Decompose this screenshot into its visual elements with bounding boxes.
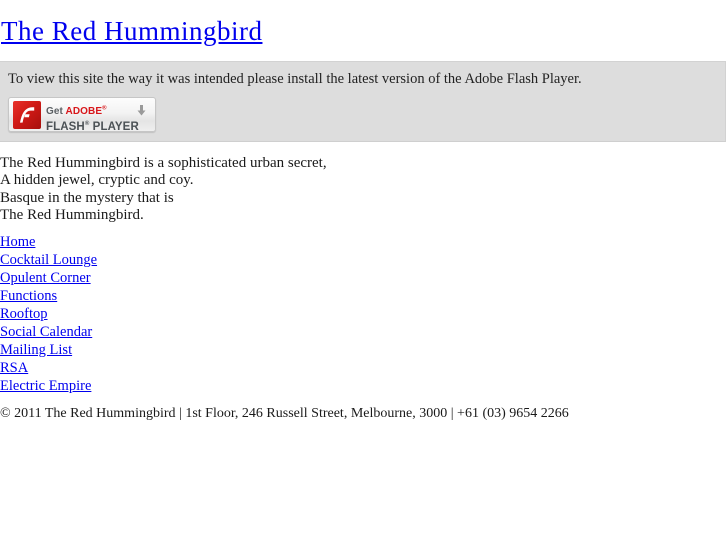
nav-item-electric-empire[interactable]: Electric Empire	[0, 378, 91, 395]
tagline-line: The Red Hummingbird is a sophisticated u…	[0, 155, 327, 171]
download-arrow-icon	[137, 103, 146, 116]
main-navigation: Home Cocktail Lounge Opulent Corner Func…	[0, 233, 727, 395]
list-item: RSA	[0, 359, 727, 377]
flash-button-line-one: Get ADOBE®	[46, 106, 107, 117]
list-item: Rooftop	[0, 305, 727, 323]
tagline-line: Basque in the mystery that is	[0, 189, 174, 206]
list-item: Opulent Corner	[0, 269, 727, 287]
nav-item-functions[interactable]: Functions	[0, 288, 57, 305]
nav-item-rsa[interactable]: RSA	[0, 360, 28, 377]
nav-item-opulent-corner[interactable]: Opulent Corner	[0, 270, 91, 287]
nav-item-mailing-list[interactable]: Mailing List	[0, 342, 72, 359]
nav-item-cocktail-lounge[interactable]: Cocktail Lounge	[0, 252, 97, 269]
adobe-flash-logo-icon	[13, 101, 41, 129]
list-item: Mailing List	[0, 341, 727, 359]
get-label: Get	[46, 106, 63, 118]
nav-item-social-calendar[interactable]: Social Calendar	[0, 324, 92, 341]
flash-label: FLASH	[46, 121, 85, 132]
get-adobe-flash-player-button[interactable]: Get ADOBE® FLASH® PLAYER	[8, 97, 156, 132]
tagline-line: The Red Hummingbird.	[0, 206, 144, 223]
site-header: The Red Hummingbird	[0, 0, 727, 47]
list-item: Cocktail Lounge	[0, 251, 727, 269]
nav-item-home[interactable]: Home	[0, 234, 35, 251]
nav-item-rooftop[interactable]: Rooftop	[0, 306, 48, 323]
list-item: Functions	[0, 287, 727, 305]
list-item: Home	[0, 233, 727, 251]
flash-player-notice-bar: To view this site the way it was intende…	[0, 61, 726, 142]
adobe-label: ADOBE	[65, 106, 103, 118]
tagline-line: A hidden jewel, cryptic and coy.	[0, 172, 194, 189]
flash-button-line-two: FLASH® PLAYER	[46, 121, 139, 132]
flash-notice-text: To view this site the way it was intende…	[8, 71, 582, 87]
site-title-link[interactable]: The Red Hummingbird	[0, 16, 264, 47]
footer-copyright-text: © 2011 The Red Hummingbird | 1st Floor, …	[0, 406, 569, 422]
adobe-registered-mark: ®	[102, 106, 107, 112]
list-item: Electric Empire	[0, 377, 727, 395]
list-item: Social Calendar	[0, 323, 727, 341]
player-label: PLAYER	[89, 121, 139, 132]
tagline-block: The Red Hummingbird is a sophisticated u…	[0, 155, 727, 224]
